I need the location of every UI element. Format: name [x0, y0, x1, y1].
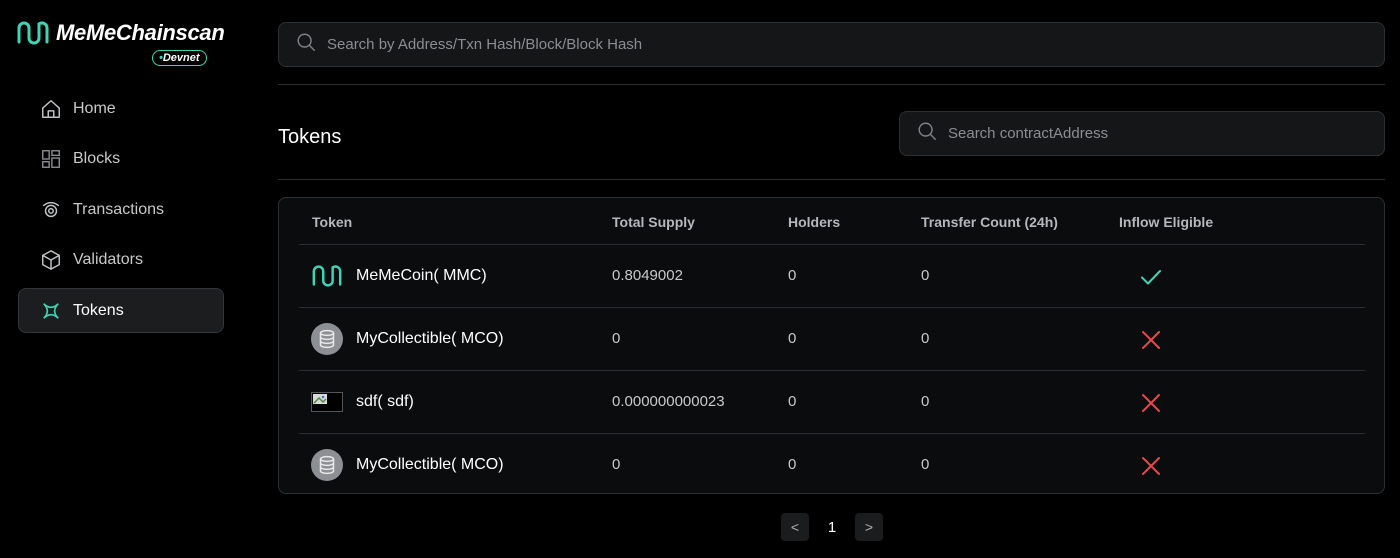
app-root: MeMeChainscan •Devnet Home Blocks Transa… [0, 0, 1400, 558]
table-row: sdf( sdf) 0.000000000023 0 0 [299, 371, 1365, 434]
column-header-holders: Holders [788, 214, 841, 230]
token-name-link[interactable]: sdf( sdf) [356, 393, 414, 411]
total-supply-value: 0.000000000023 [612, 393, 725, 410]
token-cell: MyCollectible( MCO) [311, 449, 504, 481]
transactions-icon [39, 198, 63, 222]
column-header-transfer-count: Transfer Count (24h) [921, 214, 1058, 230]
cross-icon [1139, 391, 1163, 415]
contract-search-input[interactable] [948, 125, 1370, 142]
global-search-bar[interactable] [278, 22, 1385, 67]
table-row: MeMeCoin( MMC) 0.8049002 0 0 [299, 245, 1365, 308]
contract-search-bar[interactable] [899, 111, 1385, 156]
table-row: MyCollectible( MCO) 0 0 0 [299, 434, 1365, 497]
holders-value: 0 [788, 267, 797, 284]
sidebar-item-validators[interactable]: Validators [18, 238, 224, 283]
home-icon [39, 97, 63, 121]
database-token-icon [311, 449, 343, 481]
token-cell: sdf( sdf) [311, 386, 414, 418]
memecoin-logo-icon [311, 260, 343, 292]
token-name-link[interactable]: MyCollectible( MCO) [356, 330, 504, 348]
search-icon [295, 31, 317, 58]
divider [278, 179, 1385, 180]
transfer-count-value: 0 [921, 330, 930, 347]
table-header: Token Total Supply Holders Transfer Coun… [299, 198, 1365, 245]
prev-page-button[interactable]: < [781, 513, 809, 541]
sidebar-item-tokens[interactable]: Tokens [18, 288, 224, 333]
tokens-table: Token Total Supply Holders Transfer Coun… [278, 197, 1385, 494]
sidebar-item-label: Tokens [73, 301, 124, 319]
total-supply-value: 0 [612, 330, 621, 347]
network-badge: •Devnet [152, 50, 207, 66]
column-header-total-supply: Total Supply [612, 214, 695, 230]
check-icon [1139, 265, 1163, 289]
database-token-icon [311, 323, 343, 355]
total-supply-value: 0 [612, 456, 621, 473]
table-row: MyCollectible( MCO) 0 0 0 [299, 308, 1365, 371]
blocks-icon [39, 147, 63, 171]
page-number-current[interactable]: 1 [809, 519, 855, 536]
total-supply-value: 0.8049002 [612, 267, 683, 284]
token-name-link[interactable]: MyCollectible( MCO) [356, 456, 504, 474]
logo[interactable]: MeMeChainscan [16, 20, 225, 46]
cross-icon [1139, 454, 1163, 478]
pagination: < 1 > [781, 513, 883, 541]
page-title: Tokens [278, 126, 342, 148]
column-header-inflow-eligible: Inflow Eligible [1119, 214, 1214, 230]
divider [278, 84, 1385, 85]
column-header-token: Token [312, 214, 353, 230]
transfer-count-value: 0 [921, 393, 930, 410]
token-cell: MyCollectible( MCO) [311, 323, 504, 355]
next-page-button[interactable]: > [855, 513, 883, 541]
main-content: Tokens Token Total Supply Holders Transf… [278, 0, 1386, 558]
cross-icon [1139, 328, 1163, 352]
sidebar-item-home[interactable]: Home [18, 86, 224, 131]
sidebar-item-blocks[interactable]: Blocks [18, 137, 224, 182]
validators-icon [39, 248, 63, 272]
transfer-count-value: 0 [921, 267, 930, 284]
app-name: MeMeChainscan [56, 20, 225, 45]
sidebar-nav: Home Blocks Transactions Validators Toke… [18, 86, 224, 339]
sidebar-item-label: Validators [73, 251, 143, 268]
tokens-icon [39, 299, 63, 323]
token-cell: MeMeCoin( MMC) [311, 260, 487, 292]
sidebar-item-transactions[interactable]: Transactions [18, 187, 224, 232]
sidebar-item-label: Blocks [73, 150, 121, 167]
search-icon [916, 120, 938, 147]
transfer-count-value: 0 [921, 456, 930, 473]
sidebar: MeMeChainscan •Devnet Home Blocks Transa… [0, 0, 240, 558]
global-search-input[interactable] [327, 36, 1308, 53]
sidebar-item-label: Transactions [73, 200, 164, 218]
memechain-logo-icon [17, 21, 49, 45]
broken-image-icon [311, 386, 343, 418]
holders-value: 0 [788, 330, 797, 347]
sidebar-item-label: Home [73, 99, 116, 117]
holders-value: 0 [788, 456, 797, 473]
network-badge-label: Devnet [162, 52, 200, 64]
token-name-link[interactable]: MeMeCoin( MMC) [356, 267, 487, 285]
holders-value: 0 [788, 393, 797, 410]
